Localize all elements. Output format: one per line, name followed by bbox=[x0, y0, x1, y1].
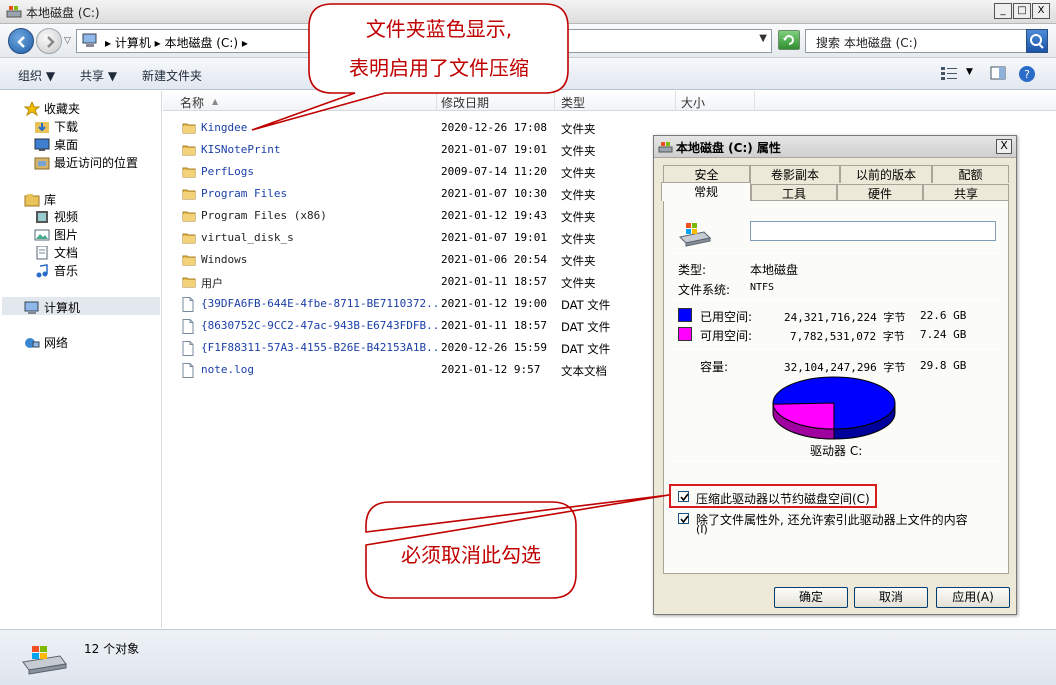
callout-top-line1: 文件夹蓝色显示, bbox=[365, 17, 513, 41]
callout-top-line2: 表明启用了文件压缩 bbox=[349, 56, 529, 80]
annotation-layer bbox=[251, 3, 670, 599]
callout-bottom: 必须取消此勾选 bbox=[401, 543, 541, 567]
tab-general[interactable]: 常规 bbox=[661, 182, 751, 201]
